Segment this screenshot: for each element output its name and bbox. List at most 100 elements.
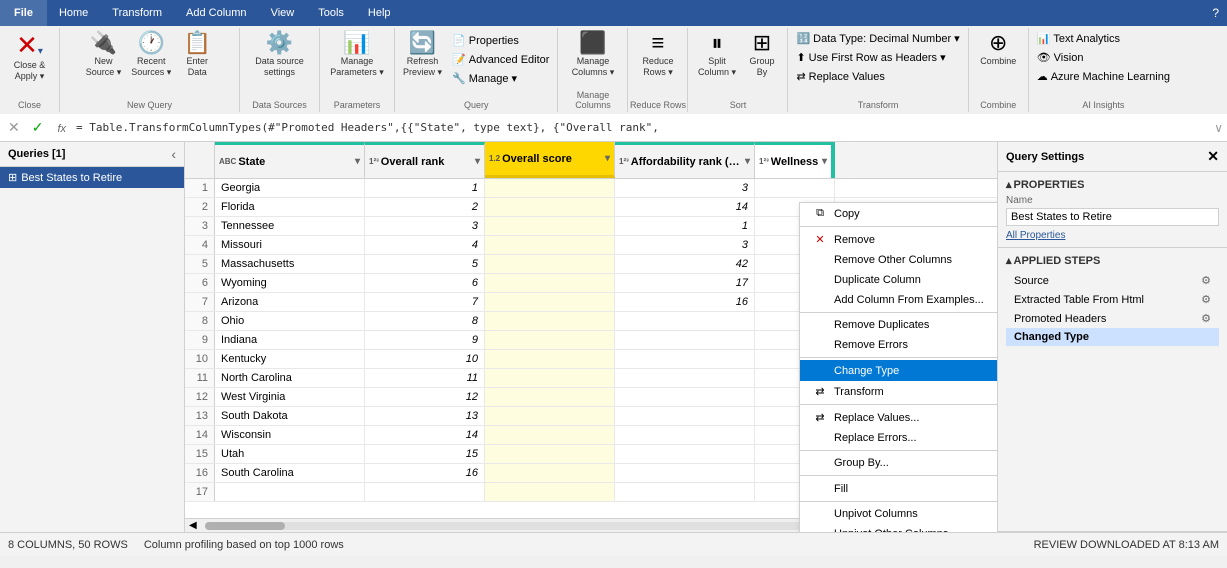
qs-steps-section: ▴ APPLIED STEPS Source⚙Extracted Table F… xyxy=(998,248,1227,532)
first-row-headers-button[interactable]: ⬆ Use First Row as Headers ▾ xyxy=(792,49,949,66)
col-header-afford[interactable]: 1²³ Affordability rank (40%) ▾ xyxy=(615,142,755,178)
ctx-up-label: Unpivot Columns xyxy=(834,508,918,520)
scroll-left-button[interactable]: ◀ xyxy=(185,520,201,531)
sidebar-item-best-states[interactable]: ⊞ Best States to Retire xyxy=(0,167,184,188)
state-filter-button[interactable]: ▾ xyxy=(355,156,360,167)
combine-button[interactable]: ⊕ Combine xyxy=(976,30,1020,69)
reduce-rows-button[interactable]: ≡ ReduceRows ▾ xyxy=(638,30,678,80)
ctx-change-type[interactable]: Change Type ▶ ✓ Decimal Number Fixed dec… xyxy=(800,360,997,381)
ctx-replace-values[interactable]: ⇄ Replace Values... xyxy=(800,407,997,428)
step-item[interactable]: Extracted Table From Html⚙ xyxy=(1006,290,1219,309)
afford-filter-button[interactable]: ▾ xyxy=(745,156,750,167)
ctx-remove-other[interactable]: Remove Other Columns xyxy=(800,250,997,270)
refresh-preview-button[interactable]: 🔄 RefreshPreview ▾ xyxy=(399,30,446,87)
rank-cell: 9 xyxy=(365,331,485,349)
split-column-button[interactable]: ⏸ SplitColumn ▾ xyxy=(694,30,740,80)
step-label: Promoted Headers xyxy=(1014,313,1106,325)
close-apply-button[interactable]: ✕▾ Close &Apply ▾ xyxy=(10,30,50,84)
manage-button[interactable]: 🔧 Manage ▾ xyxy=(448,70,553,87)
afford-cell xyxy=(615,350,755,368)
properties-button[interactable]: 📄 Properties xyxy=(448,32,553,49)
sort-label: Sort xyxy=(688,100,787,110)
ctx-fill[interactable]: Fill ▶ xyxy=(800,478,997,499)
state-cell: Arizona xyxy=(215,293,365,311)
score-cell xyxy=(485,407,615,425)
manage-parameters-button[interactable]: 📊 ManageParameters ▾ xyxy=(326,30,388,80)
data-type-button[interactable]: 🔢 Data Type: Decimal Number ▾ xyxy=(792,30,963,47)
enter-data-button[interactable]: 📋 EnterData xyxy=(177,30,217,80)
ctx-remove-errors[interactable]: Remove Errors xyxy=(800,335,997,355)
step-gear-icon[interactable]: ⚙ xyxy=(1201,312,1211,325)
state-cell: Massachusetts xyxy=(215,255,365,273)
tab-add-column[interactable]: Add Column xyxy=(174,0,259,26)
sidebar-collapse-button[interactable]: ‹ xyxy=(171,146,176,162)
state-cell: North Carolina xyxy=(215,369,365,387)
manage-columns-button[interactable]: ⬛ ManageColumns ▾ xyxy=(568,30,619,80)
ctx-copy[interactable]: ⧉ Copy xyxy=(800,203,997,224)
rank-cell: 7 xyxy=(365,293,485,311)
help-icon[interactable]: ? xyxy=(1212,6,1219,20)
formula-input[interactable] xyxy=(76,121,1210,134)
tab-view[interactable]: View xyxy=(259,0,307,26)
scroll-thumb[interactable] xyxy=(205,522,285,530)
tab-help[interactable]: Help xyxy=(356,0,403,26)
rank-cell: 15 xyxy=(365,445,485,463)
text-analytics-button[interactable]: 📊 Text Analytics xyxy=(1033,30,1124,47)
col-header-score[interactable]: 1.2 Overall score ▾ xyxy=(485,142,615,178)
step-gear-icon[interactable]: ⚙ xyxy=(1201,274,1211,287)
tab-tools[interactable]: Tools xyxy=(306,0,356,26)
ctx-transform[interactable]: ⇄ Transform ▶ xyxy=(800,381,997,402)
ctx-remove[interactable]: ✕ Remove xyxy=(800,229,997,250)
tab-transform[interactable]: Transform xyxy=(100,0,174,26)
datasources-group: ⚙️ Data sourcesettings Data Sources xyxy=(240,28,320,112)
tab-file[interactable]: File xyxy=(0,0,47,26)
ctx-unpivot[interactable]: Unpivot Columns xyxy=(800,504,997,524)
new-source-button[interactable]: 🔌 NewSource ▾ xyxy=(82,30,126,80)
ctx-sep2 xyxy=(800,312,997,313)
formula-expand-button[interactable]: ∨ xyxy=(1214,121,1223,135)
step-gear-icon[interactable]: ⚙ xyxy=(1201,293,1211,306)
col-header-state[interactable]: ABC State ▾ xyxy=(215,142,365,178)
row-number-cell: 7 xyxy=(185,293,215,311)
col-header-wellness[interactable]: 1²³ Wellness ▾ xyxy=(755,142,835,178)
manage-parameters-icon: 📊 xyxy=(343,32,370,54)
all-properties-link[interactable]: All Properties xyxy=(1006,230,1219,241)
row-number-cell: 16 xyxy=(185,464,215,482)
ctx-unpivot-other[interactable]: Unpivot Other Columns xyxy=(800,524,997,532)
qs-name-input[interactable] xyxy=(1006,208,1219,226)
score-filter-button[interactable]: ▾ xyxy=(605,153,610,164)
data-source-settings-button[interactable]: ⚙️ Data sourcesettings xyxy=(251,30,308,80)
table-row[interactable]: 1Georgia13 xyxy=(185,179,997,198)
sidebar-item-label: Best States to Retire xyxy=(21,172,122,184)
advanced-editor-button[interactable]: 📝 Advanced Editor xyxy=(448,51,553,68)
qs-close-button[interactable]: ✕ xyxy=(1207,148,1219,165)
recent-sources-button[interactable]: 🕐 RecentSources ▾ xyxy=(127,30,175,80)
step-item[interactable]: Changed Type xyxy=(1006,328,1219,346)
azure-ml-button[interactable]: ☁ Azure Machine Learning xyxy=(1033,68,1174,85)
formula-cancel-button[interactable]: ✕ xyxy=(4,119,24,136)
ctx-group-by[interactable]: Group By... xyxy=(800,453,997,473)
ctx-add-from-examples[interactable]: Add Column From Examples... xyxy=(800,290,997,310)
rank-cell: 12 xyxy=(365,388,485,406)
formula-confirm-button[interactable]: ✓ xyxy=(28,119,48,136)
state-cell: Wyoming xyxy=(215,274,365,292)
col-header-rank[interactable]: 1²³ Overall rank ▾ xyxy=(365,142,485,178)
new-query-group: 🔌 NewSource ▾ 🕐 RecentSources ▾ 📋 EnterD… xyxy=(60,28,240,112)
step-item[interactable]: Source⚙ xyxy=(1006,271,1219,290)
parameters-group: 📊 ManageParameters ▾ Parameters xyxy=(320,28,395,112)
ctx-upo-label: Unpivot Other Columns xyxy=(834,528,948,532)
close-group: ✕▾ Close &Apply ▾ Close xyxy=(0,28,60,112)
tab-home[interactable]: Home xyxy=(47,0,100,26)
replace-values-ribbon-button[interactable]: ⇄ Replace Values xyxy=(792,68,888,85)
group-by-button[interactable]: ⊞ GroupBy xyxy=(742,30,782,80)
rank-filter-button[interactable]: ▾ xyxy=(475,156,480,167)
score-type-icon: 1.2 xyxy=(489,154,500,163)
vision-button[interactable]: 👁 Vision xyxy=(1033,49,1088,66)
ctx-duplicate[interactable]: Duplicate Column xyxy=(800,270,997,290)
step-item[interactable]: Promoted Headers ⚙ xyxy=(1006,309,1219,328)
ctx-remove-dup[interactable]: Remove Duplicates xyxy=(800,315,997,335)
well-filter-button[interactable]: ▾ xyxy=(822,156,827,167)
ctx-replace-errors[interactable]: Replace Errors... xyxy=(800,428,997,448)
text-analytics-label: Text Analytics xyxy=(1053,33,1120,45)
manage-columns-label: ManageColumns ▾ xyxy=(572,56,615,78)
